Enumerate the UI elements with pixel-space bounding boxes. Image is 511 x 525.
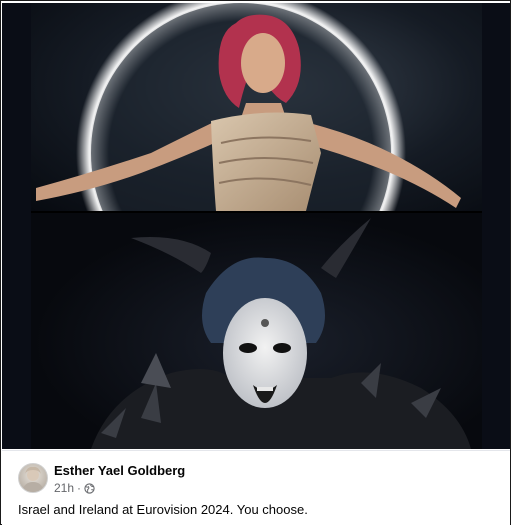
media-right-border — [482, 3, 510, 449]
top-photo-illustration — [36, 3, 461, 211]
avatar[interactable] — [18, 463, 48, 493]
right-horn — [321, 218, 371, 278]
face — [241, 33, 285, 93]
meta-separator: · — [77, 481, 82, 495]
author-name[interactable]: Esther Yael Goldberg — [54, 463, 185, 478]
globe-icon — [84, 482, 95, 494]
screenshot-frame: Esther Yael Goldberg 21h · Israel and Ir… — [0, 0, 511, 525]
post-footer: Esther Yael Goldberg 21h · Israel and Ir… — [2, 450, 510, 525]
post-caption: Israel and Ireland at Eurovision 2024. Y… — [18, 502, 308, 517]
left-horn — [131, 237, 211, 273]
avatar-image — [22, 466, 44, 492]
media-left-border — [2, 3, 31, 449]
post-media[interactable] — [31, 3, 482, 449]
top-photo[interactable] — [31, 3, 482, 211]
post-meta: 21h · — [54, 481, 95, 495]
bottom-photo[interactable] — [31, 213, 482, 449]
bottom-photo-illustration — [91, 218, 471, 449]
post-time[interactable]: 21h — [54, 481, 74, 495]
